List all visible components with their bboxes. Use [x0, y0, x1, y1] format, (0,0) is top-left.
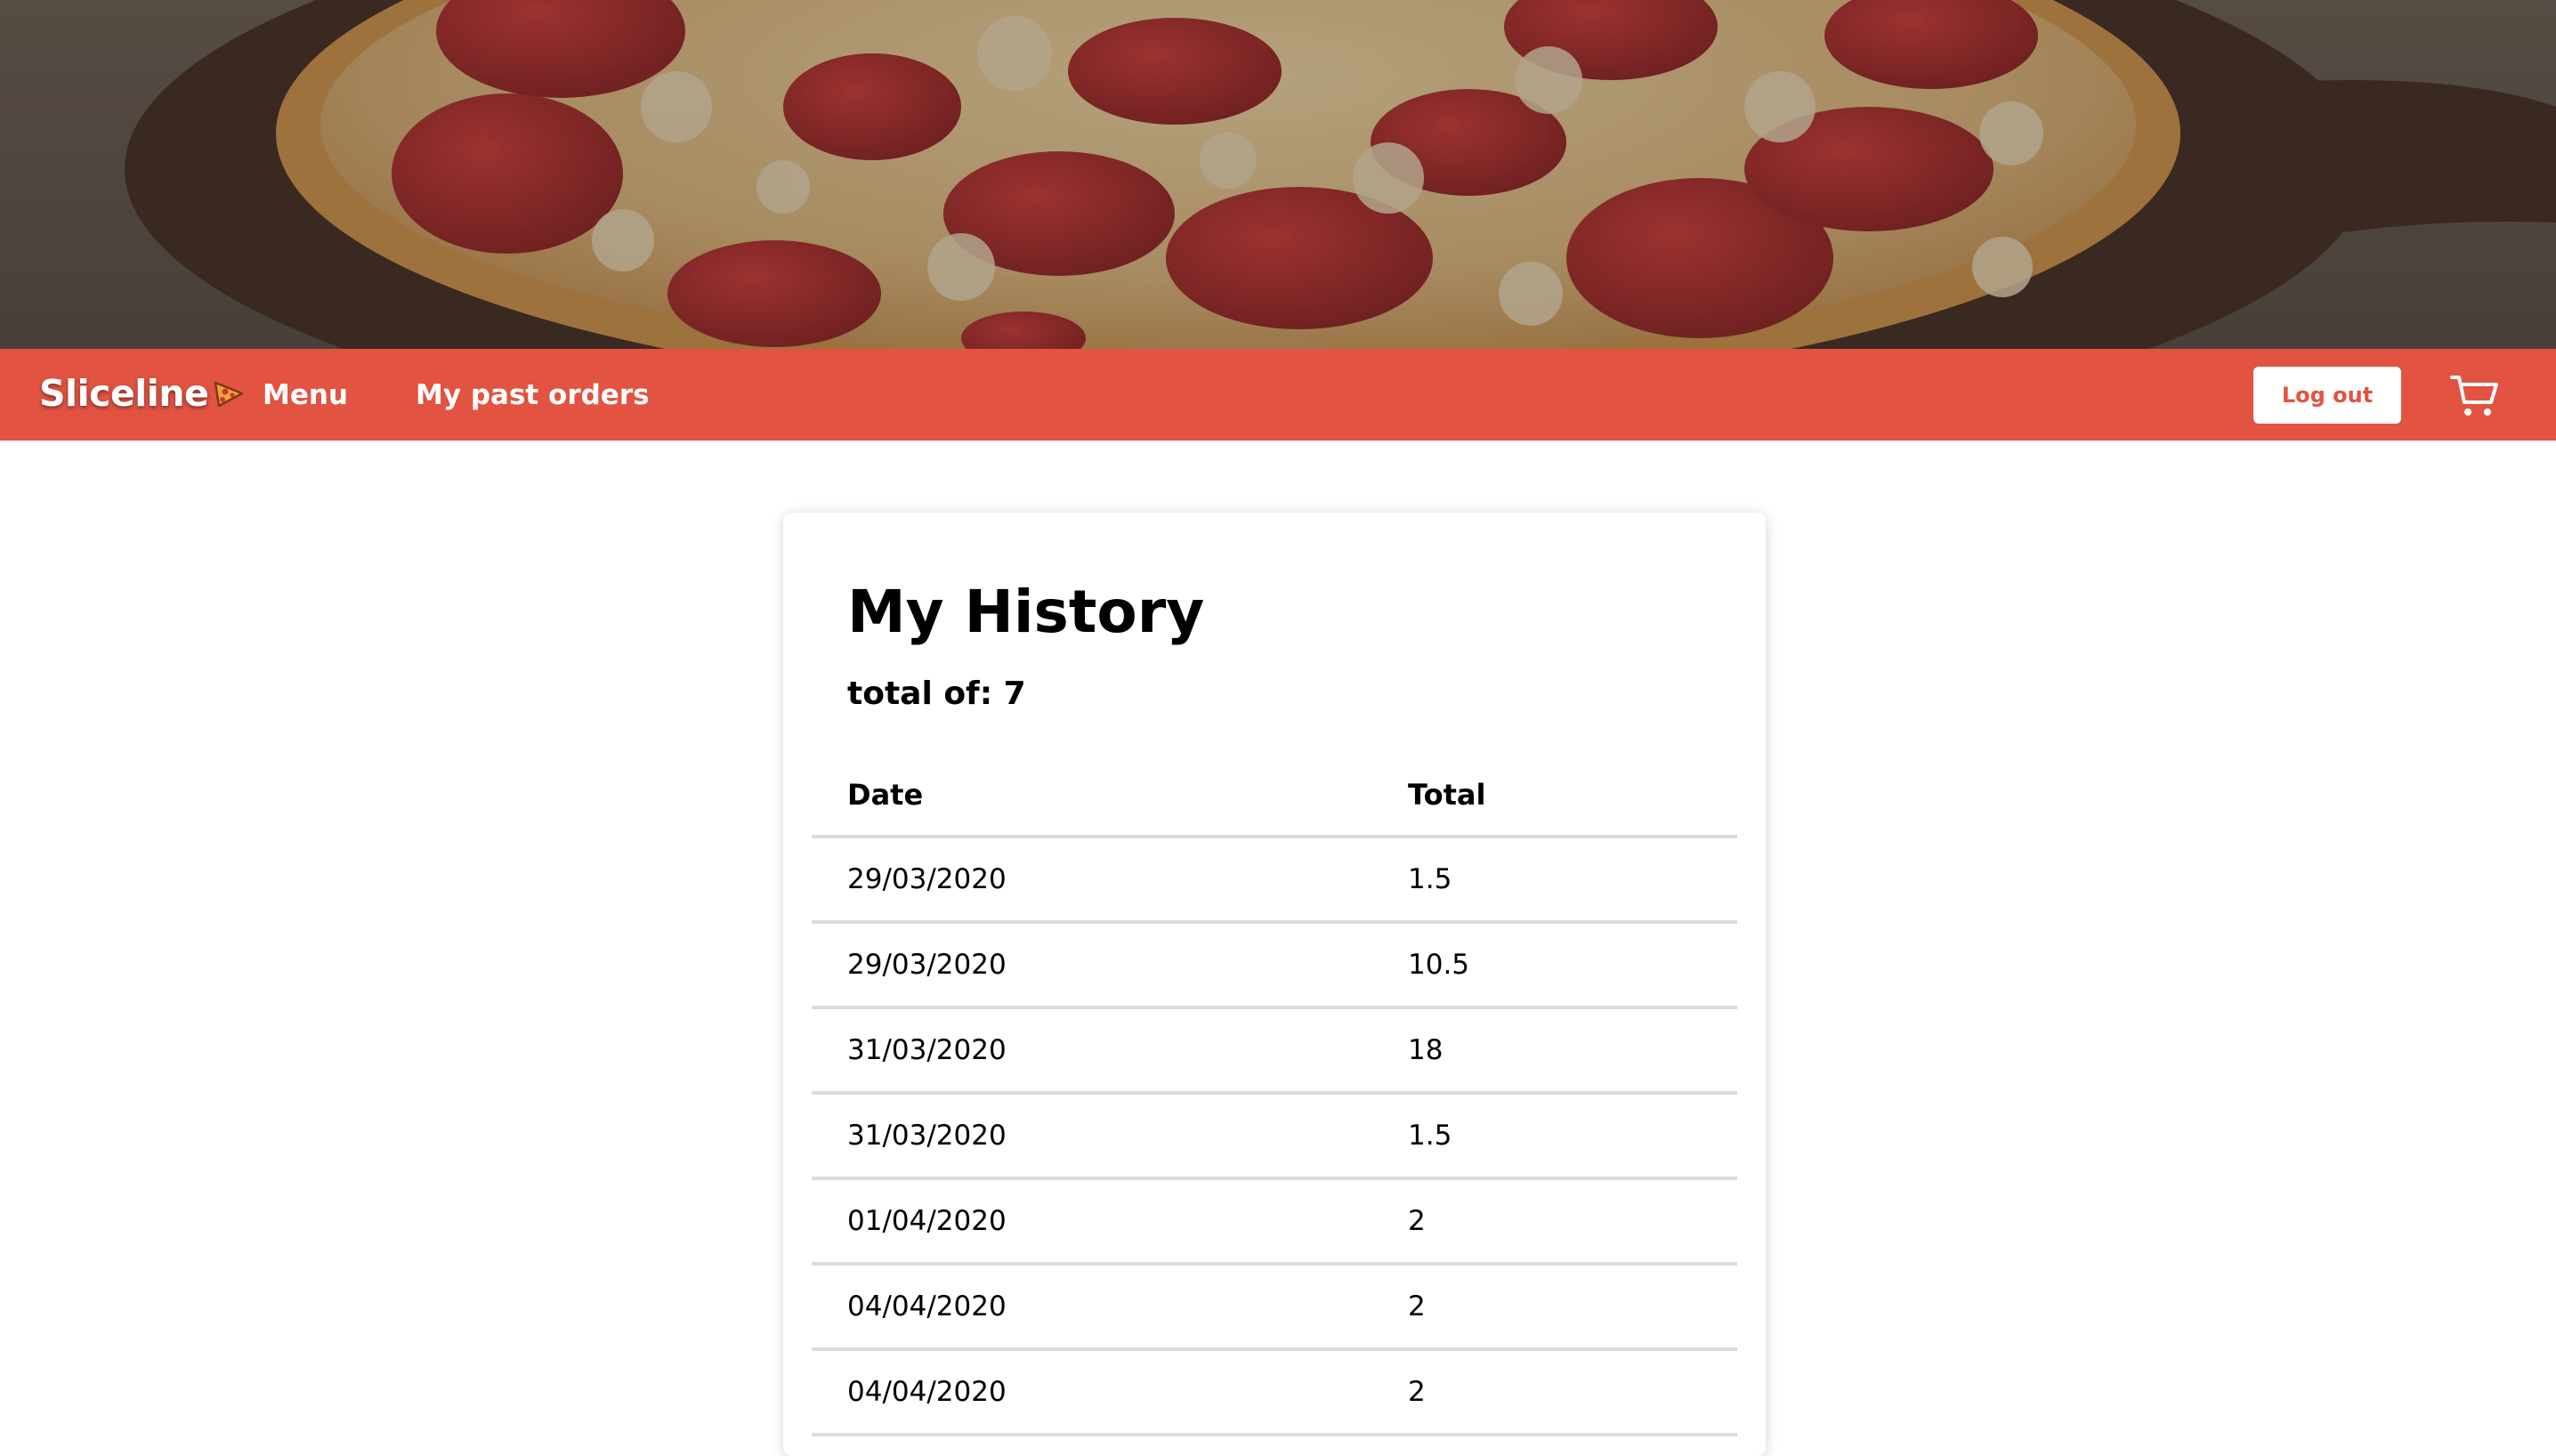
order-total: 1.5: [1372, 837, 1737, 924]
brand-logo[interactable]: Sliceline: [39, 367, 246, 420]
table-row: 31/03/2020 1.5: [812, 1093, 1737, 1180]
order-total: 2: [1372, 1178, 1737, 1266]
table-row: 04/04/2020 2: [812, 1264, 1737, 1351]
order-total: 2: [1372, 1264, 1737, 1351]
table-row: 29/03/2020 10.5: [812, 922, 1737, 1009]
order-date: 31/03/2020: [812, 1007, 1372, 1095]
column-header-total: Total: [1372, 755, 1737, 838]
order-date: 04/04/2020: [812, 1264, 1372, 1351]
order-date: 29/03/2020: [812, 922, 1372, 1009]
pizza-illustration: [0, 0, 2556, 349]
order-history-table: Date Total 29/03/2020 1.5 29/03/2020 10.…: [812, 755, 1737, 1436]
history-card: My History total of: 7 Date Total 29/03/…: [783, 513, 1766, 1456]
table-row: 01/04/2020 2: [812, 1178, 1737, 1266]
table-row: 04/04/2020 2: [812, 1349, 1737, 1436]
cart-icon[interactable]: [2449, 372, 2501, 420]
order-date: 29/03/2020: [812, 837, 1372, 924]
logout-button[interactable]: Log out: [2253, 367, 2401, 424]
nav-link-past-orders[interactable]: My past orders: [416, 372, 650, 418]
hero-pizza-image: [0, 0, 2556, 349]
brand-name: Sliceline: [39, 372, 209, 415]
nav-link-menu[interactable]: Menu: [263, 372, 348, 418]
order-date: 04/04/2020: [812, 1349, 1372, 1436]
order-total: 18: [1372, 1007, 1737, 1095]
pizza-slice-icon: [214, 381, 244, 408]
order-total: 1.5: [1372, 1093, 1737, 1180]
page-title: My History: [847, 578, 1205, 646]
order-date: 31/03/2020: [812, 1093, 1372, 1180]
order-date: 01/04/2020: [812, 1178, 1372, 1266]
table-row: 29/03/2020 1.5: [812, 837, 1737, 924]
table-row: 31/03/2020 18: [812, 1007, 1737, 1095]
table-header-row: Date Total: [812, 755, 1737, 838]
order-total: 2: [1372, 1349, 1737, 1436]
orders-total-count: total of: 7: [847, 675, 1026, 712]
order-total: 10.5: [1372, 922, 1737, 1009]
top-navbar: Sliceline Menu My past orders Log out: [0, 349, 2556, 441]
column-header-date: Date: [812, 755, 1372, 838]
